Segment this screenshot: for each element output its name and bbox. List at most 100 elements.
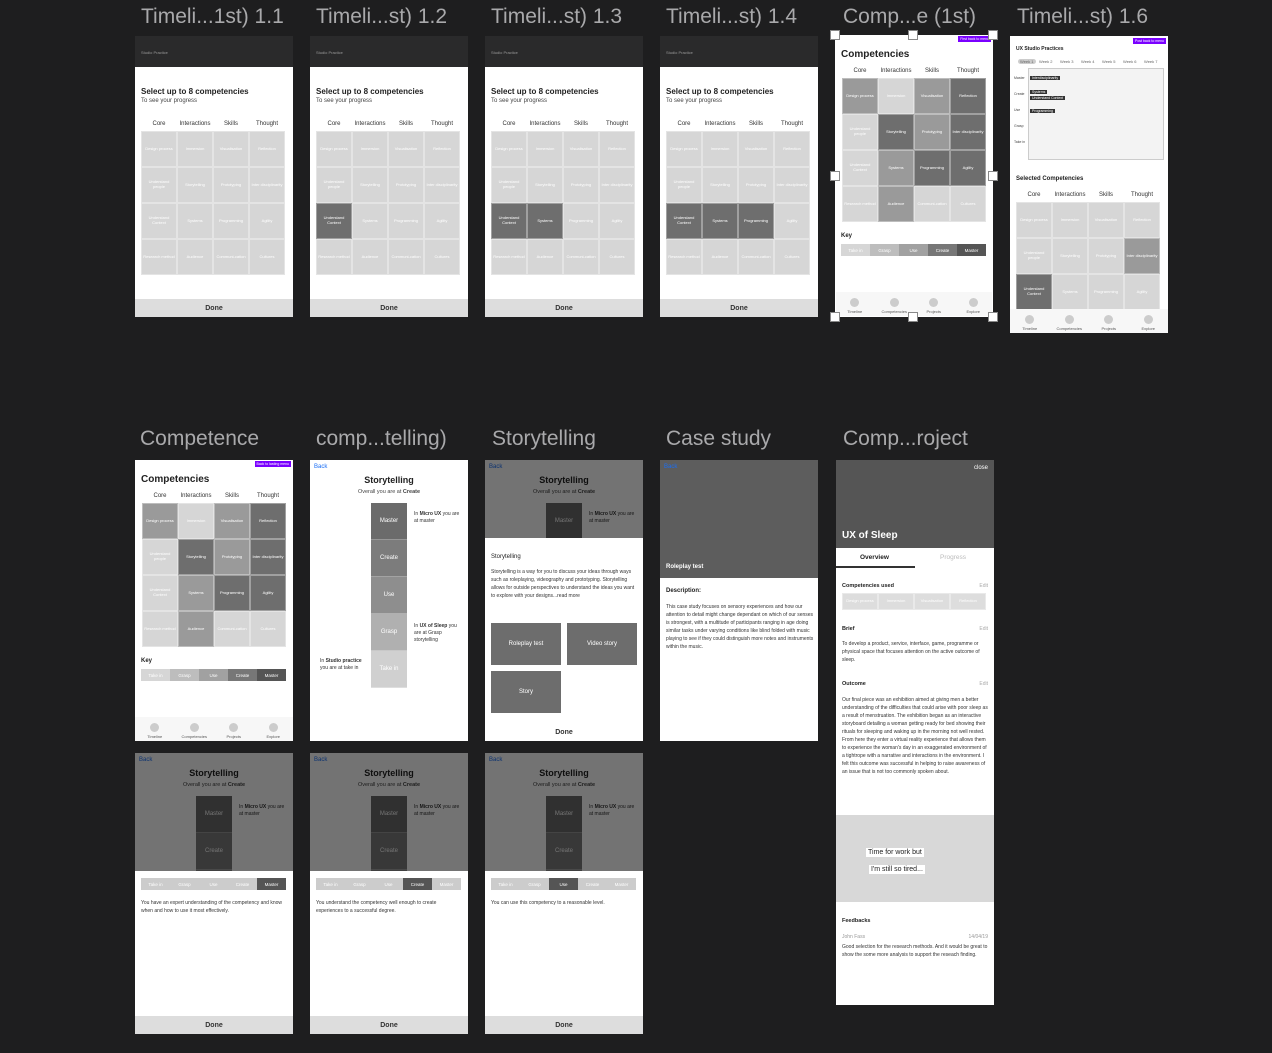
competency-cell[interactable]: Programming [214, 575, 250, 611]
resize-handle[interactable] [908, 30, 918, 40]
competency-cell[interactable]: Reflection [774, 131, 810, 167]
comp-chip[interactable]: Reflection [950, 593, 986, 610]
level-option[interactable]: Create [228, 878, 257, 890]
competency-cell[interactable]: Immersion [177, 131, 213, 167]
competency-cell[interactable]: Audience [527, 239, 563, 275]
level-option[interactable]: Grasp [345, 878, 374, 890]
done-button[interactable]: Done [485, 1016, 643, 1034]
competency-cell[interactable]: Communi-cation [563, 239, 599, 275]
comp-chip[interactable]: Design process [842, 593, 878, 610]
competency-cell[interactable]: Cultures [599, 239, 635, 275]
done-button[interactable]: Done [660, 299, 818, 317]
level-option[interactable]: Master [607, 878, 636, 890]
edit-link[interactable]: Edit [979, 626, 988, 632]
competency-cell[interactable]: Storytelling [178, 539, 214, 575]
competency-cell[interactable]: Agility [424, 203, 460, 239]
competency-cell[interactable]: Understand Context [141, 203, 177, 239]
level-option[interactable]: Take in [491, 878, 520, 890]
tab-competencies[interactable]: Competencies [1050, 309, 1090, 333]
level-option[interactable]: Take in [141, 878, 170, 890]
done-button[interactable]: Done [135, 1016, 293, 1034]
level-option[interactable]: Use [199, 878, 228, 890]
tab-projects[interactable]: Projects [214, 717, 254, 741]
resize-handle[interactable] [988, 30, 998, 40]
competency-cell[interactable]: Communi-cation [388, 239, 424, 275]
competency-cell[interactable]: Design process [316, 131, 352, 167]
level-option[interactable]: Use [549, 878, 578, 890]
competency-cell[interactable]: Storytelling [527, 167, 563, 203]
competency-cell[interactable]: Visualisation [213, 131, 249, 167]
week-tab[interactable]: Week 3 [1060, 59, 1074, 64]
competency-cell[interactable]: Agility [1124, 274, 1160, 310]
competency-cell[interactable]: Research method [316, 239, 352, 275]
competency-cell[interactable]: Communi-cation [213, 239, 249, 275]
timeline-bar[interactable]: Interdisciplinarity [1030, 76, 1061, 80]
competency-cell[interactable]: Programming [388, 203, 424, 239]
level-option[interactable]: Grasp [520, 878, 549, 890]
competency-cell[interactable]: Reflection [249, 131, 285, 167]
frame-label[interactable]: comp...telling) [316, 427, 447, 451]
timeline-bar[interactable]: Programming [1030, 109, 1056, 113]
resize-handle[interactable] [830, 30, 840, 40]
resize-handle[interactable] [830, 312, 840, 322]
timeline-bar[interactable]: Understand Context [1030, 96, 1066, 100]
week-tab[interactable]: Week 6 [1123, 59, 1137, 64]
level-option[interactable]: Master [432, 878, 461, 890]
competency-cell[interactable]: Design process [141, 131, 177, 167]
done-button[interactable]: Done [485, 723, 643, 741]
competency-cell[interactable]: Programming [213, 203, 249, 239]
competency-cell[interactable]: Inter disciplinarity [774, 167, 810, 203]
competency-cell[interactable]: Systems [1052, 274, 1088, 310]
competency-cell[interactable]: Cultures [774, 239, 810, 275]
competency-cell[interactable]: Storytelling [177, 167, 213, 203]
back-to-menu-button[interactable]: Back to lasting menu [254, 461, 291, 467]
week-tab[interactable]: Week 2 [1039, 59, 1053, 64]
edit-link[interactable]: Edit [979, 681, 988, 687]
tab-projects[interactable]: Projects [1089, 309, 1129, 333]
competency-cell[interactable]: Systems [352, 203, 388, 239]
competency-cell[interactable]: Visualisation [214, 503, 250, 539]
competency-cell[interactable]: Design process [666, 131, 702, 167]
competency-cell[interactable]: Understand Context [666, 203, 702, 239]
competency-cell[interactable]: Agility [249, 203, 285, 239]
back-link[interactable]: Back [314, 464, 327, 470]
competency-cell[interactable]: Understand Context [491, 203, 527, 239]
level-option[interactable]: Create [578, 878, 607, 890]
frame-label[interactable]: Timeli...st) 1.2 [316, 5, 447, 29]
competency-cell[interactable]: Design process [1016, 202, 1052, 238]
competency-cell[interactable]: Prototyping [1088, 238, 1124, 274]
frame-label[interactable]: Storytelling [492, 427, 596, 451]
competency-cell[interactable]: Prototyping [214, 539, 250, 575]
competency-cell[interactable]: Programming [738, 203, 774, 239]
competency-cell[interactable]: Immersion [178, 503, 214, 539]
competency-cell[interactable]: Agility [774, 203, 810, 239]
competency-cell[interactable]: Visualisation [1088, 202, 1124, 238]
competency-cell[interactable]: Inter disciplinarity [249, 167, 285, 203]
competency-cell[interactable]: Understand Context [142, 575, 178, 611]
tab-competencies[interactable]: Competencies [175, 717, 215, 741]
competency-cell[interactable]: Systems [527, 203, 563, 239]
post-back-button[interactable]: Post back to menu [1133, 38, 1166, 44]
competency-cell[interactable]: Storytelling [1052, 238, 1088, 274]
competency-cell[interactable]: Systems [178, 575, 214, 611]
tab-explore[interactable]: Explore [1129, 309, 1169, 333]
done-button[interactable]: Done [135, 299, 293, 317]
media-thumbnail[interactable]: Video story [567, 623, 637, 665]
competency-cell[interactable]: Understand people [316, 167, 352, 203]
media-thumbnail[interactable]: Roleplay test [491, 623, 561, 665]
resize-handle[interactable] [830, 171, 840, 181]
competency-cell[interactable]: Inter disciplinarity [1124, 238, 1160, 274]
comp-chip[interactable]: Visualisation [914, 593, 950, 610]
competency-cell[interactable]: Immersion [352, 131, 388, 167]
frame-label[interactable]: Timeli...st) 1.3 [491, 5, 622, 29]
competency-cell[interactable]: Agility [599, 203, 635, 239]
competency-cell[interactable]: Communi-cation [214, 611, 250, 647]
competency-cell[interactable]: Audience [178, 611, 214, 647]
frame-label[interactable]: Competence [140, 427, 259, 451]
competency-cell[interactable]: Research method [141, 239, 177, 275]
competency-cell[interactable]: Research method [142, 611, 178, 647]
frame-label[interactable]: Timeli...st) 1.4 [666, 5, 797, 29]
done-button[interactable]: Done [310, 299, 468, 317]
competency-cell[interactable]: Reflection [1124, 202, 1160, 238]
competency-cell[interactable]: Cultures [250, 611, 286, 647]
